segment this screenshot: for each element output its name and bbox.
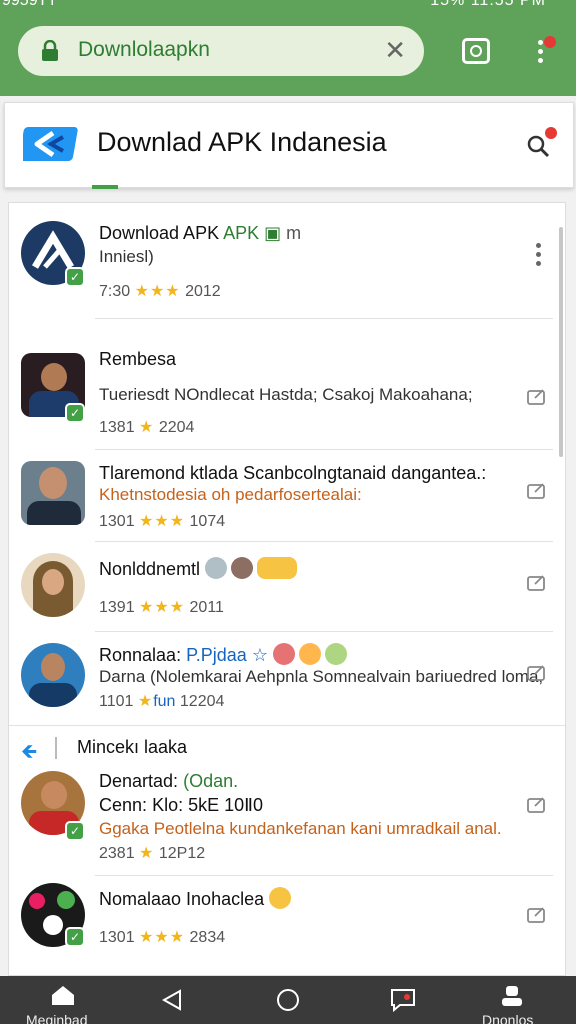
tabs-icon [470, 45, 482, 57]
app-list: ✓ Download APK APK ▣ m Inniesl) 7:30 ★★★… [8, 202, 566, 976]
share-icon[interactable] [527, 573, 547, 591]
browser-toolbar: 9959TT 15% 11:55 PM Downlolaapkn ✕ [0, 0, 576, 96]
list-item[interactable]: ✓ Denartad: (Odan. Cenn: Klo: 5kE 10Ⅱ0 G… [9, 769, 565, 877]
nav-home-circle[interactable] [274, 976, 304, 1024]
site-header: Downlad APK Indanesia [4, 102, 574, 188]
item-meta: 7:30 ★★★ 2012 [99, 283, 221, 300]
item-subtitle: Khetnstodesia oh pedarfosertealai: [99, 485, 362, 504]
lock-icon [42, 40, 58, 61]
item-title: Rembesa [99, 349, 177, 369]
clear-url-icon[interactable]: ✕ [384, 36, 406, 64]
emoji-icon [299, 643, 321, 665]
item-title: Download APK APK ▣ m [99, 223, 302, 243]
separator [55, 737, 57, 759]
verified-badge-icon: ✓ [65, 821, 85, 841]
back-arrow-icon[interactable]: 🡸 [21, 737, 37, 771]
list-item[interactable]: Nonlddnemtl 1391 ★★★ 2011 [9, 541, 565, 632]
url-text[interactable]: Downlolaapkn [78, 38, 210, 62]
item-meta: 1101 ★fun 12204 [99, 693, 225, 710]
verified-badge-icon: ✓ [65, 403, 85, 423]
verified-badge-icon: ✓ [65, 927, 85, 947]
more-options-icon[interactable] [535, 241, 543, 269]
divider [95, 875, 553, 876]
list-item[interactable]: ✓ Nomalaao Inohaclea 1301 ★★★ 2834 [9, 877, 565, 965]
status-left-text: 9959TT [2, 0, 58, 9]
list-item[interactable]: ✓ Download APK APK ▣ m Inniesl) 7:30 ★★★… [9, 203, 565, 319]
nav-profile[interactable]: Dnonlos [474, 976, 564, 1024]
share-icon[interactable] [527, 795, 547, 813]
share-icon[interactable] [527, 481, 547, 499]
list-item[interactable]: ✓ Rembesa Tueriesdt NOndlecat Hastda; Cs… [9, 319, 565, 450]
item-line2: Cenn: Klo: 5kE 10Ⅱ0 [99, 795, 263, 815]
section-header[interactable]: 🡸 Mincekı laaka [9, 725, 565, 771]
share-icon[interactable] [527, 905, 547, 923]
emoji-icon [231, 557, 254, 579]
item-meta: 2381 ★ 12P12 [99, 845, 206, 862]
item-title: Tlaremond ktlada Scanbcolngtanaid dangan… [99, 463, 487, 483]
item-title: Nomalaao Inohaclea [99, 887, 295, 910]
emoji-icon [205, 557, 228, 579]
tabs-button[interactable] [462, 38, 490, 64]
nav-home-label: Meginbad [26, 1012, 88, 1024]
emoji-icon [325, 643, 347, 665]
profile-icon [502, 986, 522, 1006]
nav-messages[interactable] [388, 976, 418, 1024]
verified-badge-icon: ✓ [65, 267, 85, 287]
item-meta: 1301 ★★★ 1074 [99, 513, 226, 530]
user-avatar [21, 461, 85, 525]
item-meta: 1381 ★ 2204 [99, 419, 195, 436]
search-badge [545, 127, 557, 139]
item-title: Nonlddnemtl [99, 557, 301, 580]
share-icon[interactable] [527, 387, 547, 405]
emoji-icon [269, 887, 292, 909]
site-title: Downlad APK Indanesia [97, 127, 387, 157]
list-item[interactable]: Ronnalaa: P.Pjdaa ☆ Darna (Nolemkarai Ae… [9, 631, 565, 725]
home-icon [52, 986, 74, 1005]
item-meta: 1301 ★★★ 2834 [99, 929, 226, 946]
item-subtitle: Inniesl) [99, 247, 154, 266]
status-bar: 9959TT 15% 11:55 PM [0, 0, 576, 14]
circle-home-icon [277, 989, 299, 1011]
item-subtitle: Tueriesdt NOndlecat Hastda; Csakoj Makoa… [99, 385, 473, 404]
share-icon[interactable] [527, 663, 547, 681]
emoji-icon [273, 643, 295, 665]
user-avatar [21, 643, 85, 707]
item-title: Ronnalaa: P.Pjdaa ☆ [99, 643, 351, 666]
item-title-suffix: APK ▣ [223, 223, 282, 243]
user-avatar [21, 553, 85, 617]
item-meta: 1391 ★★★ 2011 [99, 599, 224, 616]
item-title: Denartad: (Odan. [99, 771, 239, 791]
site-logo-icon[interactable] [23, 123, 81, 165]
bottom-navigation: Meginbad Dnonlos [0, 976, 576, 1024]
nav-home[interactable]: Meginbad [20, 976, 110, 1024]
nav-back[interactable] [158, 976, 188, 1024]
notification-dot [544, 36, 556, 48]
nav-profile-label: Dnonlos [482, 1012, 534, 1024]
list-item[interactable]: Tlaremond ktlada Scanbcolngtanaid dangan… [9, 449, 565, 542]
item-subtitle: Darna (Nolemkarai Aehpnla Somnealvain ba… [99, 667, 544, 686]
item-subtitle: Ggaka Peotlelna kundankefanan kani umrad… [99, 819, 502, 838]
status-right-text: 15% 11:55 PM [430, 0, 546, 9]
message-icon [391, 989, 415, 1012]
url-bar[interactable]: Downlolaapkn ✕ [18, 26, 424, 76]
active-tab-indicator [92, 185, 118, 189]
emoji-icon [257, 557, 298, 579]
section-label: Mincekı laaka [77, 737, 188, 757]
back-triangle-icon [161, 989, 181, 1011]
